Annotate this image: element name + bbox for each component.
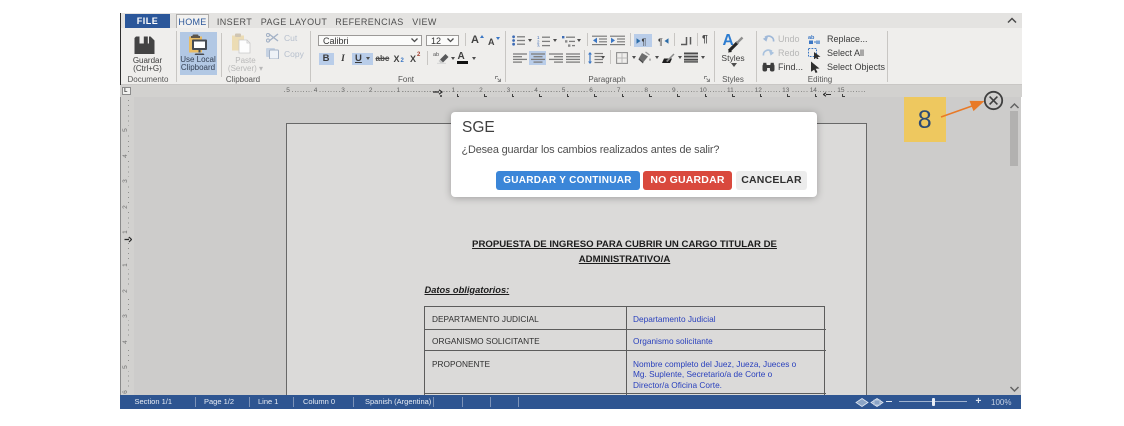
svg-text:¶: ¶ [641,37,646,46]
svg-text:ab: ab [433,52,439,58]
svg-text:¶: ¶ [658,37,663,46]
svg-text:3: 3 [537,43,540,47]
svg-text:ab: ab [808,35,815,41]
